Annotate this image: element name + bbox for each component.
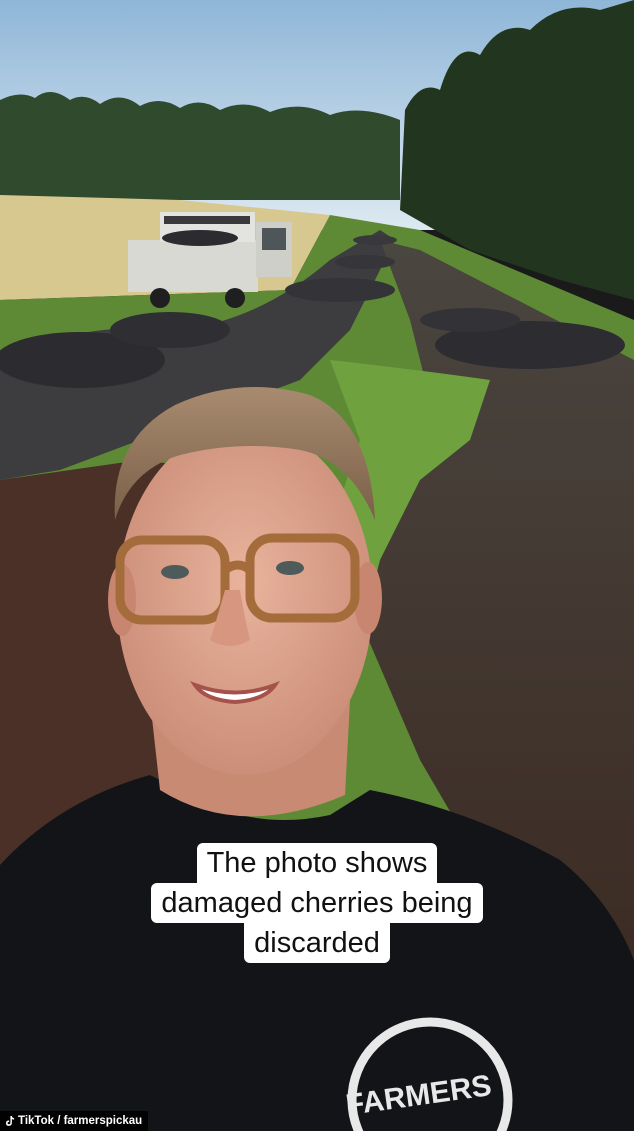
video-frame: FARMERS The photo shows damaged cherries… (0, 0, 634, 1131)
mound (420, 308, 520, 332)
caption-line-2: damaged cherries being (151, 883, 483, 923)
mound (353, 235, 397, 245)
credit-text: TikTok / farmerspickau (18, 1115, 143, 1127)
mound (335, 255, 395, 269)
eye-right (276, 561, 304, 575)
face (117, 425, 373, 775)
eye-left (161, 565, 189, 579)
image-credit: TikTok / farmerspickau (0, 1111, 149, 1131)
video-caption: The photo shows damaged cherries being d… (0, 843, 634, 963)
caption-line-1: The photo shows (196, 843, 438, 883)
caption-line-3: discarded (244, 923, 390, 963)
mound (110, 312, 230, 348)
mound (285, 278, 395, 302)
tiktok-icon (6, 1115, 15, 1126)
